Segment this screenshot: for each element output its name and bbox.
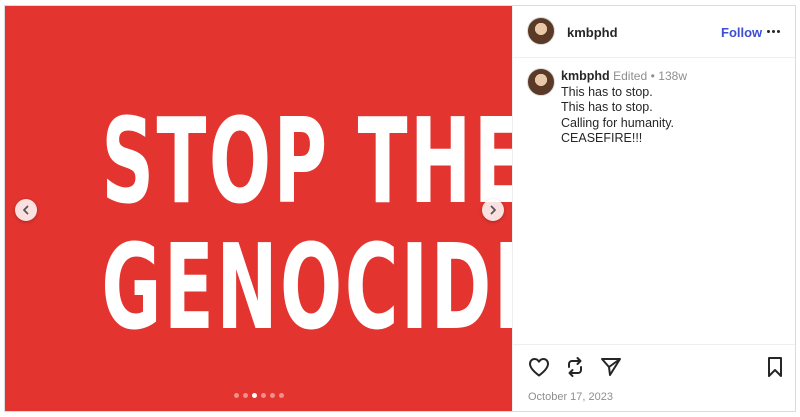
caption-line: Calling for humanity. (561, 115, 675, 130)
repost-icon (568, 357, 582, 377)
avatar[interactable] (527, 17, 555, 45)
next-image-button[interactable] (482, 199, 504, 221)
caption-line: This has to stop. (561, 84, 653, 99)
follow-button[interactable]: Follow (721, 25, 762, 40)
save-button[interactable] (763, 355, 787, 379)
post-age[interactable]: 138w (658, 69, 687, 83)
caption-line: This has to stop. (561, 100, 653, 114)
image-headline: STOP THE GENOCIDE (101, 92, 512, 356)
chevron-left-icon (23, 205, 29, 215)
previous-image-button[interactable] (15, 199, 37, 221)
chevron-right-icon (490, 205, 496, 215)
action-bar: October 17, 2023 (513, 344, 795, 411)
post-header: kmbphd Follow (513, 6, 795, 58)
post-image: STOP THE GENOCIDE (5, 6, 512, 411)
headline-line-1: STOP THE (101, 92, 512, 230)
post-modal: STOP THE GENOCIDE kmbphd Follow kmbphd E… (4, 5, 796, 412)
bookmark-icon (768, 357, 782, 377)
headline-line-2: GENOCIDE (101, 218, 512, 356)
carousel-dot-active (251, 393, 257, 398)
more-options-button[interactable] (767, 24, 783, 38)
heart-icon (529, 358, 549, 377)
caption-text: kmbphd Edited • 138w This has to stop. T… (561, 69, 786, 147)
repost-button[interactable] (563, 355, 587, 379)
like-button[interactable] (527, 355, 551, 379)
post-date[interactable]: October 17, 2023 (528, 391, 613, 403)
caption-avatar[interactable] (527, 68, 555, 96)
carousel-dot (278, 393, 284, 398)
share-button[interactable] (599, 355, 623, 379)
header-username[interactable]: kmbphd (567, 25, 618, 40)
carousel-indicator (5, 393, 512, 398)
carousel-dot (242, 393, 248, 398)
caption-meta: kmbphd Edited • 138w (561, 69, 786, 85)
caption-line: CEASEFIRE!!! (561, 131, 643, 145)
carousel-dot (233, 393, 239, 398)
carousel-dot (260, 393, 266, 398)
caption-username[interactable]: kmbphd (561, 69, 610, 83)
post-details-panel: kmbphd Follow kmbphd Edited • 138w This … (512, 6, 795, 411)
carousel-dot (269, 393, 275, 398)
meta-separator: • (650, 69, 655, 83)
edited-label: Edited (613, 69, 648, 83)
send-icon (601, 358, 621, 376)
more-horizontal-icon (767, 29, 770, 33)
